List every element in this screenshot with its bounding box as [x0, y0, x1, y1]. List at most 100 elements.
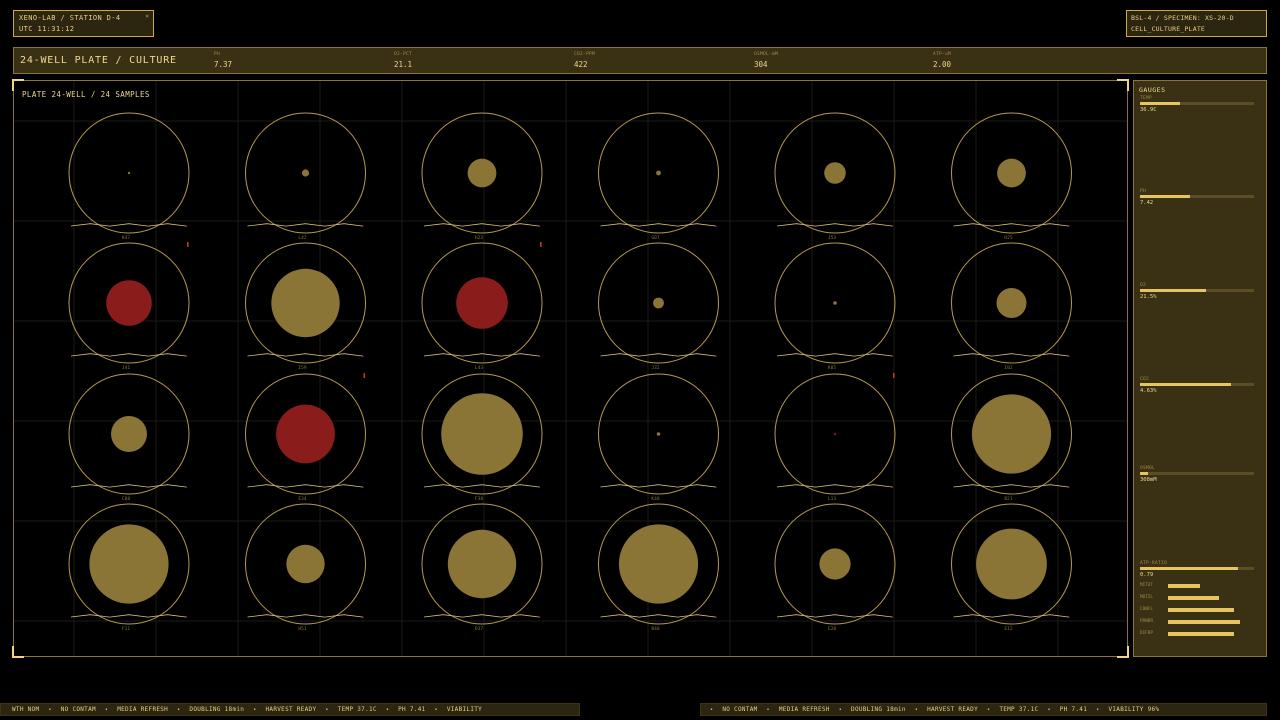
well-k47[interactable]: K47	[68, 112, 190, 241]
gauge-track	[1140, 567, 1254, 570]
subbar-label: CONFL	[1140, 607, 1153, 612]
well-id-label: L43	[475, 365, 483, 371]
alert-flag-icon	[363, 373, 366, 378]
ticker-item: NO CONTAM	[60, 706, 96, 713]
gauge-track	[1140, 383, 1254, 386]
well-id-label: E20	[828, 626, 836, 632]
metric-value: 2.00	[933, 60, 952, 69]
station-name: XENO-LAB / STATION D-4	[19, 14, 121, 22]
ticker-separator: •	[914, 707, 919, 713]
plate-gridlines	[14, 81, 1127, 656]
well-id-label: L42	[298, 235, 306, 241]
well-h51[interactable]: H51	[245, 503, 366, 632]
well-b40[interactable]: B40	[598, 503, 719, 632]
well-i02[interactable]: I02	[951, 242, 1072, 371]
well-id-label: K47	[122, 235, 130, 241]
gauges-panel: GAUGES TEMP 36.9C PH 7.42 O2 21.5% CO2 4.63% OSM…	[1133, 80, 1267, 657]
ticker-item: VIABILITY 96%	[1108, 706, 1160, 713]
gauge-value: 36.9C	[1140, 107, 1157, 113]
well-d37[interactable]: D37	[421, 503, 543, 632]
ticker-separator: •	[434, 707, 438, 713]
gauge-fill	[1140, 472, 1148, 475]
well-id-label: F11	[122, 626, 130, 632]
culture-colony	[618, 524, 699, 604]
gauge-value: 7.42	[1140, 200, 1154, 206]
metric-o2: O2-PCT 21.1	[394, 52, 412, 69]
well-j32[interactable]: J32	[598, 242, 719, 371]
ticker-item: MEDIA REFRESH	[778, 706, 830, 713]
subbar-label: MITOT	[1140, 583, 1153, 588]
gauge-osmol: OSMOL 308mM	[1140, 466, 1255, 483]
gauge-temp: TEMP 36.9C	[1140, 96, 1255, 113]
ticker-separator: •	[838, 707, 843, 713]
ticker-separator: •	[1096, 707, 1100, 713]
well-i59[interactable]: I59	[245, 242, 366, 371]
well-j41[interactable]: J41	[68, 242, 190, 371]
well-id-label: E12	[1004, 626, 1012, 632]
gauge-fill	[1140, 195, 1191, 198]
meniscus-line	[600, 353, 717, 357]
culture-colony	[656, 170, 661, 176]
well-e12[interactable]: E12	[951, 503, 1072, 632]
well-e20[interactable]: E20	[774, 503, 896, 632]
specimen-header: BSL-4 / SPECIMEN: XS-20-D CELL_CULTURE_P…	[1126, 10, 1267, 37]
subbar-label: DIFRP	[1140, 631, 1153, 636]
meniscus-line	[423, 614, 540, 618]
meniscus-line	[423, 223, 540, 227]
culture-colony	[833, 301, 837, 305]
culture-colony	[441, 393, 523, 475]
well-f38[interactable]: F38	[421, 373, 543, 502]
metric-label: ATP-uM	[933, 52, 952, 57]
subbar-fill	[1168, 620, 1240, 624]
well-id-label: J32	[651, 365, 659, 371]
well-l43[interactable]: L43	[421, 242, 543, 371]
gauge-fill	[1140, 383, 1232, 386]
culture-colony	[656, 432, 661, 436]
subbar-label: MOTIL	[1140, 595, 1153, 600]
well-k05[interactable]: K05	[774, 242, 896, 371]
corner-bracket	[1117, 79, 1129, 91]
ticker-separator: •	[104, 707, 109, 713]
well-h25[interactable]: H25	[951, 112, 1072, 241]
subbar-fill	[1168, 584, 1200, 588]
ticker-separator: •	[48, 707, 52, 713]
well-k40[interactable]: K40	[598, 373, 719, 502]
culture-colony	[111, 416, 147, 452]
well-e34[interactable]: E34	[245, 373, 366, 502]
subbar-track	[1168, 608, 1248, 612]
culture-colony	[819, 548, 851, 580]
gauge-atp-ratio: ATP-RATIO 0.79	[1140, 561, 1255, 578]
well-g07[interactable]: G07	[598, 112, 719, 241]
well-b21[interactable]: B21	[951, 373, 1072, 502]
meniscus-line	[247, 223, 364, 227]
well-c08[interactable]: C08	[68, 373, 190, 502]
well-h23[interactable]: H23	[421, 112, 543, 241]
ticker-separator: •	[710, 707, 714, 713]
well-id-label: G07	[651, 235, 659, 241]
well-l13[interactable]: L13	[774, 373, 896, 502]
utc-clock: UTC 11:31:12	[19, 25, 75, 33]
meniscus-line	[953, 484, 1070, 488]
well-id-label: F38	[475, 496, 483, 502]
specimen-type: CELL_CULTURE_PLATE	[1131, 25, 1206, 33]
meniscus-line	[776, 223, 893, 227]
meniscus-line	[776, 353, 893, 357]
corner-bracket	[12, 646, 24, 658]
alert-flag-icon	[893, 373, 895, 378]
well-id-label: B21	[1004, 496, 1012, 502]
ticker-separator: •	[325, 707, 329, 713]
well-id-label: J41	[122, 365, 130, 371]
meniscus-line	[600, 484, 717, 488]
well-id-label: I02	[1004, 365, 1012, 371]
well-id-label: D37	[475, 626, 483, 632]
well-l42[interactable]: L42	[245, 112, 366, 241]
status-ticker-right: • NO CONTAM • MEDIA REFRESH • DOUBLING 18min •…	[700, 703, 1267, 716]
meniscus-line	[776, 484, 893, 488]
metric-atp: ATP-uM 2.00	[933, 52, 951, 69]
well-f11[interactable]: F11	[68, 503, 190, 632]
ticker-separator: •	[177, 707, 181, 713]
close-icon[interactable]: ×	[145, 13, 149, 20]
ticker-item: TEMP 37.1C	[999, 706, 1039, 713]
well-id-label: K05	[828, 365, 836, 371]
well-j53[interactable]: J53	[774, 112, 896, 241]
